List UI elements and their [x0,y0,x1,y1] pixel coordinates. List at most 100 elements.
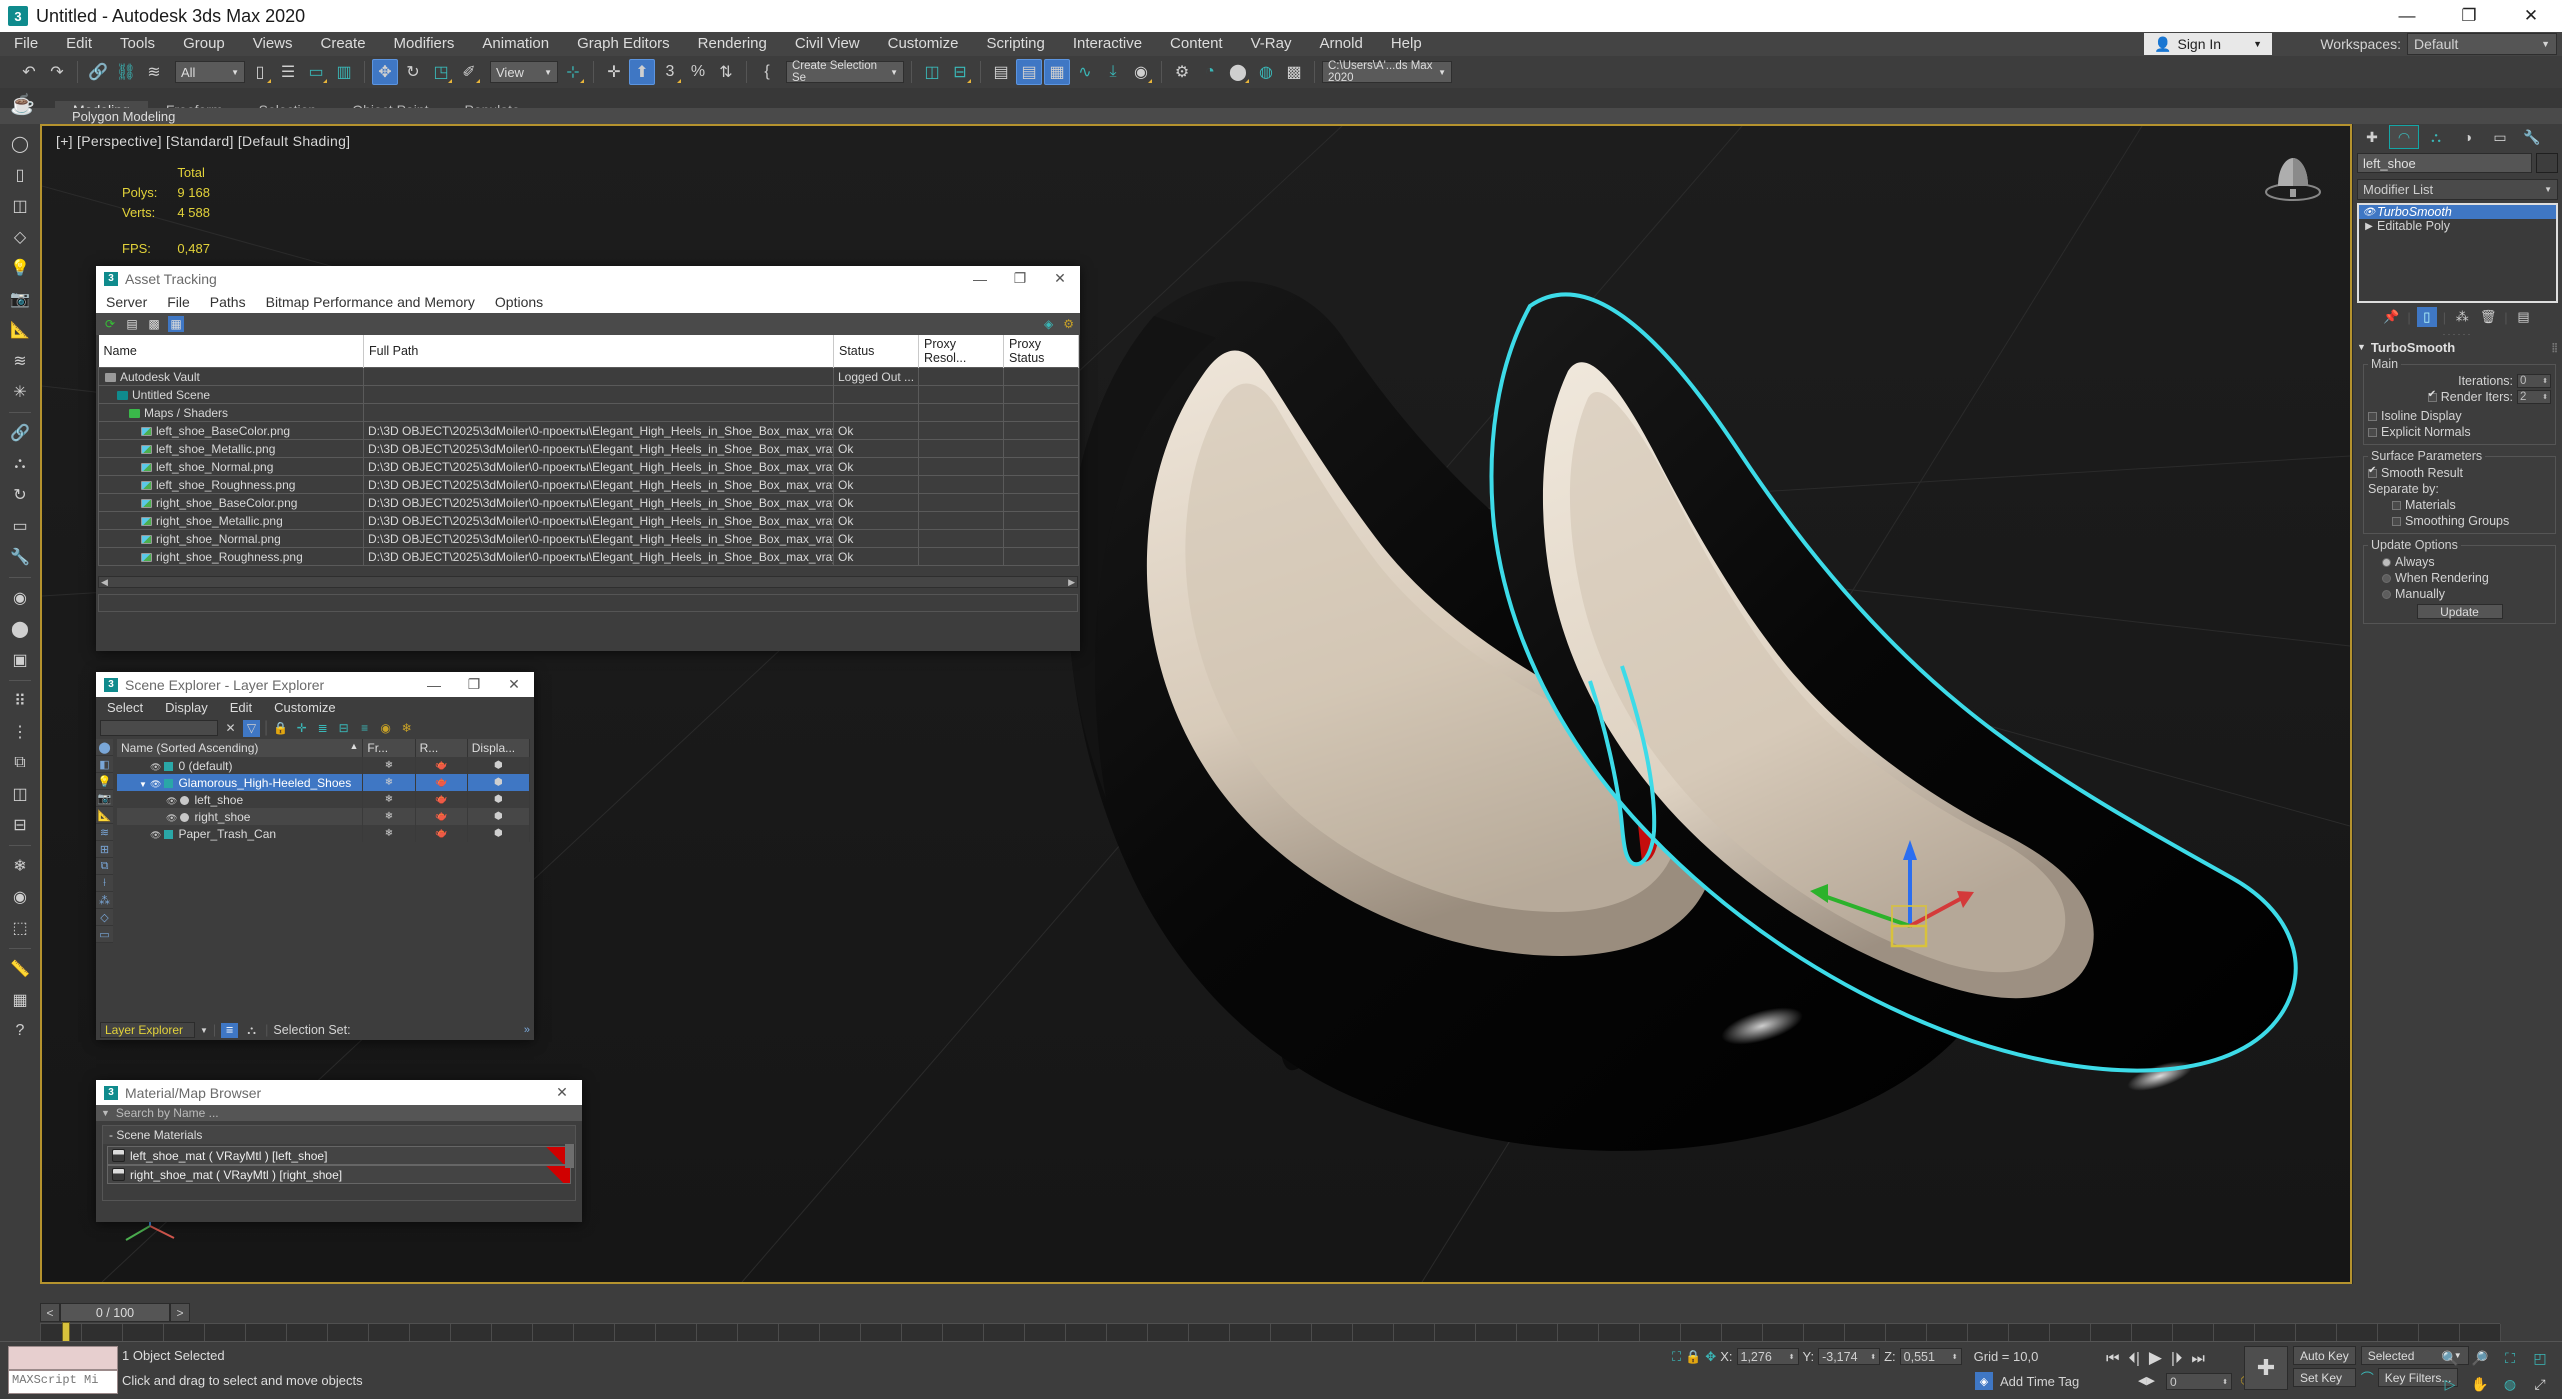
prev-frame-button[interactable]: < [40,1303,60,1322]
geometry-icon[interactable]: ◫ [6,192,34,220]
mirror-icon[interactable]: ◫ [6,780,34,808]
asset-row[interactable]: Maps / Shaders [98,403,1079,422]
material-list-item[interactable]: right_shoe_mat ( VRayMtl ) [right_shoe] [107,1165,571,1184]
hide-unhide-icon[interactable]: ◉ [377,720,394,737]
iterations-spinner[interactable]: 0 ⬍ [2517,374,2551,388]
active-shade-icon[interactable]: ◍ [1253,59,1279,85]
tab-hierarchy[interactable]: ⛬ [2421,125,2451,149]
track-bar[interactable] [40,1323,2501,1342]
ribbon-subtab[interactable]: Polygon Modeling [0,108,2562,124]
absolute-relative-icon[interactable]: ✥ [1705,1349,1716,1365]
project-folder-select[interactable]: C:\Users\A'...ds Max 2020 ▼ [1322,60,1452,84]
space-warps-filter-icon[interactable]: ≋ [96,824,113,841]
menu-item-file[interactable]: File [0,32,52,56]
menu-item-rendering[interactable]: Rendering [684,32,781,56]
helpers-filter-icon[interactable]: 📐 [96,807,113,824]
column-header[interactable]: Status [833,335,919,368]
more-filters-icon[interactable]: ▭ [96,926,113,943]
sign-in-button[interactable]: 👤 Sign In ▼ [2144,33,2272,55]
asset-tracking-titlebar[interactable]: 3 Asset Tracking — ❐ ✕ [96,266,1080,291]
modifier-list-dropdown[interactable]: Modifier List ▼ [2357,179,2558,200]
material-list-item[interactable]: left_shoe_mat ( VRayMtl ) [left_shoe] [107,1146,571,1165]
auto-key-button[interactable]: Auto Key [2293,1346,2356,1365]
menu-item-customize[interactable]: Customize [874,32,973,56]
asset-menu-paths[interactable]: Paths [200,294,256,310]
update-manually-radio[interactable] [2382,589,2391,599]
remove-modifier-icon[interactable]: 🗑 [2478,307,2498,327]
groups-filter-icon[interactable]: ⊞ [96,841,113,858]
freeze-icon[interactable]: ❄ [6,852,34,880]
minimize-button[interactable]: — [960,266,1000,291]
asset-row[interactable]: right_shoe_BaseColor.png D:\3D OBJECT\202… [98,493,1079,512]
add-layer-icon[interactable]: ✛ [293,720,310,737]
object-name-field[interactable]: left_shoe [2357,153,2532,173]
update-when-rendering-row[interactable]: When Rendering [2368,570,2551,586]
window-crossing-icon[interactable]: ▥ [331,59,357,85]
update-always-radio[interactable] [2382,557,2391,567]
menu-item-interactive[interactable]: Interactive [1059,32,1156,56]
display-cell[interactable]: ⬢ [467,791,531,808]
cameras-icon[interactable]: 📷 [6,285,34,313]
modifier-stack[interactable]: 👁 TurboSmooth ▶ Editable Poly [2357,203,2558,303]
select-and-manipulate-icon[interactable]: ✛ [601,59,627,85]
unlink-icon[interactable]: ⛓ [113,59,139,85]
named-selection-set-input[interactable]: Create Selection Se ▼ [786,60,904,84]
use-pivot-point-center-icon[interactable]: ⊹ [560,59,586,85]
particles-filter-icon[interactable]: ⁂ [96,892,113,909]
explorer-preset-combo[interactable]: Layer Explorer [100,1022,195,1038]
select-object-icon[interactable]: ▯ [247,59,273,85]
percent-snap-icon[interactable]: % [685,59,711,85]
add-selection-to-layer-icon[interactable]: ≣ [314,720,331,737]
previous-frame-icon[interactable]: ⏴| [2129,1350,2140,1367]
update-manually-row[interactable]: Manually [2368,586,2551,602]
freeze-unfreeze-icon[interactable]: ❄ [398,720,415,737]
menu-item-content[interactable]: Content [1156,32,1237,56]
filter-icon[interactable]: ▽ [243,719,260,737]
asset-row[interactable]: left_shoe_Normal.png D:\3D OBJECT\2025\3d… [98,457,1079,476]
systems-icon[interactable]: ✳ [6,378,34,406]
asset-row[interactable]: left_shoe_Roughness.png D:\3D OBJECT\2025… [98,475,1079,494]
minimize-button[interactable]: — [414,672,454,697]
freeze-cell[interactable]: ❄ [362,757,416,774]
tab-motion[interactable]: ◑ [2453,125,2483,149]
bones-filter-icon[interactable]: ⟊ [96,875,113,892]
motion-icon[interactable]: ↻ [6,481,34,509]
scene-explorer-titlebar[interactable]: 3 Scene Explorer - Layer Explorer — ❐ ✕ [96,672,534,697]
material-map-browser-window[interactable]: 3 Material/Map Browser ✕ ▼ Search by Nam… [96,1080,582,1222]
render-iters-checkbox[interactable] [2427,389,2437,402]
xrefs-filter-icon[interactable]: ⧉ [96,858,113,875]
material-browser-search[interactable]: ▼ Search by Name ... [96,1105,582,1121]
current-frame-field[interactable]: 0 ⬍ [2166,1373,2232,1390]
close-button[interactable]: ✕ [494,672,534,697]
y-coordinate-field[interactable]: -3,174 ⬍ [1818,1348,1881,1365]
maxscript-output-line[interactable] [8,1346,118,1370]
link-icon[interactable]: 🔗 [6,419,34,447]
scene-explorer-search-input[interactable] [100,720,218,736]
view-cube[interactable] [2258,146,2328,206]
column-header[interactable]: Displa... [467,739,531,757]
align-icon[interactable]: ⊟ [947,59,973,85]
scene-menu-edit[interactable]: Edit [219,700,263,715]
select-by-name-icon[interactable]: ☰ [275,59,301,85]
help-icon[interactable]: ? [6,1017,34,1045]
modifier-stack-item-editable-poly[interactable]: ▶ Editable Poly [2359,219,2556,233]
thumbnail-view-icon[interactable]: ▩ [146,316,162,332]
asset-menu-file[interactable]: File [157,294,200,310]
smooth-result-checkbox[interactable] [2368,465,2377,478]
reference-coordinate-select[interactable]: View ▼ [490,61,558,83]
configure-modifier-sets-icon[interactable]: ▤ [2514,307,2534,327]
measure-icon[interactable]: 📏 [6,955,34,983]
clone-icon[interactable]: ⧉ [6,749,34,777]
x-coordinate-field[interactable]: 1,276 ⬍ [1736,1348,1799,1365]
hide-icon[interactable]: ◉ [6,883,34,911]
workspace-select[interactable]: Default ▼ [2407,33,2557,55]
orbit-icon[interactable]: ◍ [2496,1372,2524,1396]
toggle-all-icon[interactable]: ⬤ [96,739,113,756]
layers-icon[interactable]: ≡ [356,720,373,737]
column-header[interactable]: Full Path [363,335,834,368]
zoom-icon[interactable]: 🔍 [2436,1346,2464,1370]
update-always-row[interactable]: Always [2368,554,2551,570]
zoom-all-icon[interactable]: 🔎 [2466,1346,2494,1370]
asset-menu-server[interactable]: Server [96,294,157,310]
menu-item-graph-editors[interactable]: Graph Editors [563,32,684,56]
